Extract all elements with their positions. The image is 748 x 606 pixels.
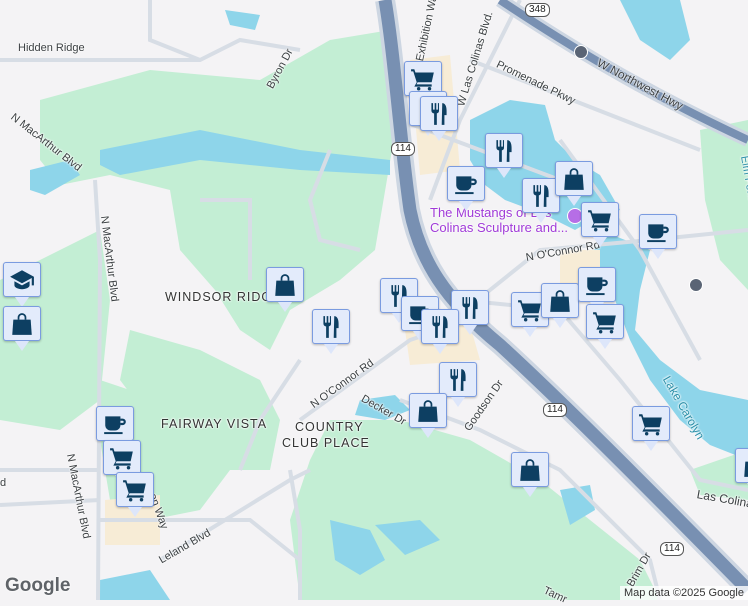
education-marker[interactable] xyxy=(3,262,41,307)
shopping-bag-marker[interactable] xyxy=(541,283,579,328)
map-attribution[interactable]: Map data ©2025 Google xyxy=(619,586,748,600)
transit-station-icon[interactable] xyxy=(689,278,703,292)
coffee-marker[interactable] xyxy=(639,214,677,259)
coffee-icon xyxy=(645,219,671,245)
road-label: Hidden Ridge xyxy=(18,42,85,54)
restaurant-marker[interactable] xyxy=(439,362,477,407)
cart-marker[interactable] xyxy=(581,202,619,247)
restaurant-marker[interactable] xyxy=(420,96,458,141)
cart-marker[interactable] xyxy=(103,440,141,485)
area-label: CLUB PLACE xyxy=(282,436,370,450)
coffee-marker[interactable] xyxy=(578,267,616,312)
cart-marker[interactable] xyxy=(632,406,670,451)
highway-shield-114: 114 xyxy=(391,142,415,156)
shopping-bag-marker[interactable] xyxy=(555,161,593,206)
google-logo: Google xyxy=(5,575,71,596)
cart-icon xyxy=(410,66,436,92)
area-label: FAIRWAY VISTA xyxy=(161,417,268,431)
shopping-bag-icon xyxy=(561,166,587,192)
shopping-bag-icon xyxy=(9,311,35,337)
restaurant-marker[interactable] xyxy=(485,133,523,178)
cart-icon xyxy=(109,445,135,471)
shopping-bag-marker[interactable] xyxy=(409,393,447,438)
area-label: COUNTRY xyxy=(295,420,364,434)
cart-marker[interactable] xyxy=(586,304,624,349)
coffee-marker[interactable] xyxy=(96,406,134,451)
cart-icon xyxy=(638,411,664,437)
cart-icon xyxy=(587,207,613,233)
restaurant-icon xyxy=(445,367,471,393)
coffee-icon xyxy=(453,171,479,197)
restaurant-icon xyxy=(427,314,453,340)
area-label: WINDSOR RIDGE xyxy=(165,290,282,304)
cart-icon xyxy=(592,309,618,335)
highway-shield-348: 348 xyxy=(525,3,550,17)
shopping-bag-icon xyxy=(415,398,441,424)
highway-shield-114: 114 xyxy=(660,542,684,556)
coffee-icon xyxy=(584,272,610,298)
education-icon xyxy=(9,267,35,293)
shopping-bag-marker[interactable] xyxy=(266,267,304,312)
highway-shield-114: 114 xyxy=(543,403,567,417)
shopping-bag-icon xyxy=(547,288,573,314)
restaurant-marker[interactable] xyxy=(312,309,350,354)
restaurant-icon xyxy=(318,314,344,340)
coffee-marker[interactable] xyxy=(447,166,485,211)
coffee-icon xyxy=(102,411,128,437)
shopping-bag-icon xyxy=(517,457,543,483)
restaurant-icon xyxy=(457,295,483,321)
shopping-bag-marker[interactable] xyxy=(511,452,549,497)
restaurant-icon xyxy=(491,138,517,164)
shopping-bag-marker[interactable] xyxy=(735,448,748,493)
road-label: d xyxy=(0,477,7,489)
shopping-bag-marker[interactable] xyxy=(3,306,41,351)
shopping-bag-icon xyxy=(272,272,298,298)
cart-icon xyxy=(122,477,148,503)
cart-icon xyxy=(517,297,543,323)
restaurant-marker[interactable] xyxy=(421,309,459,354)
restaurant-icon xyxy=(426,101,452,127)
cart-marker[interactable] xyxy=(116,472,154,517)
transit-station-icon[interactable] xyxy=(574,45,588,59)
restaurant-icon xyxy=(528,183,554,209)
shopping-bag-icon xyxy=(741,453,748,479)
